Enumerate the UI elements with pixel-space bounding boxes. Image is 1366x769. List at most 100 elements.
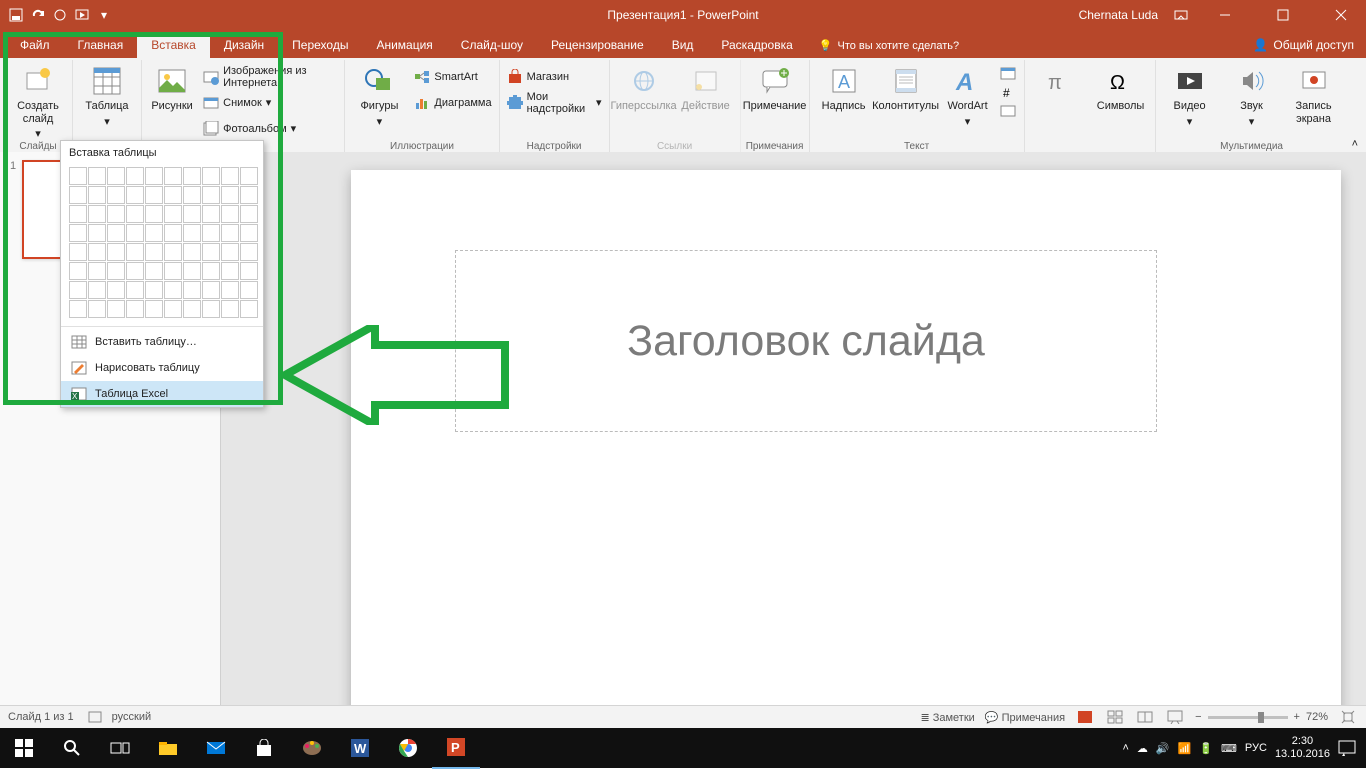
zoom-control[interactable]: − + 72% [1195,711,1328,723]
table-grid-cell[interactable] [145,186,163,204]
table-grid-cell[interactable] [69,186,87,204]
my-addins-button[interactable]: Мои надстройки▾ [504,91,605,114]
word-button[interactable]: W [336,728,384,768]
taskview-button[interactable] [96,728,144,768]
table-grid-cell[interactable] [202,224,220,242]
audio-button[interactable]: Звук▾ [1222,62,1282,131]
minimize-button[interactable] [1204,0,1246,30]
language-indicator[interactable]: русский [112,711,151,723]
table-grid-cell[interactable] [107,243,125,261]
table-grid-cell[interactable] [69,281,87,299]
tab-file[interactable]: Файл [6,32,64,58]
lang-indicator[interactable]: РУС [1245,742,1267,754]
table-grid-cell[interactable] [126,281,144,299]
slide[interactable]: Заголовок слайда [351,170,1341,726]
zoom-slider[interactable] [1208,716,1288,719]
notes-button[interactable]: ≣ Заметки [920,711,974,724]
table-grid-cell[interactable] [164,205,182,223]
action-center-icon[interactable] [1338,740,1356,756]
table-grid-cell[interactable] [69,224,87,242]
table-grid-cell[interactable] [183,243,201,261]
table-grid-cell[interactable] [221,205,239,223]
excel-table-item[interactable]: XТаблица Excel [61,381,263,407]
table-grid-cell[interactable] [240,300,258,318]
table-grid-cell[interactable] [107,167,125,185]
table-grid-cell[interactable] [126,243,144,261]
table-grid-cell[interactable] [88,224,106,242]
table-grid-cell[interactable] [107,224,125,242]
slideshow-from-beginning-icon[interactable] [74,7,90,23]
search-button[interactable] [48,728,96,768]
screen-record-button[interactable]: Запись экрана [1284,62,1344,128]
table-grid-cell[interactable] [202,167,220,185]
explorer-button[interactable] [144,728,192,768]
table-grid-cell[interactable] [202,300,220,318]
keyboard-icon[interactable]: ⌨ [1221,742,1237,755]
battery-icon[interactable]: 🔋 [1199,742,1213,755]
table-grid-cell[interactable] [126,186,144,204]
table-grid-cell[interactable] [107,186,125,204]
table-grid-cell[interactable] [202,243,220,261]
tab-slideshow[interactable]: Слайд-шоу [447,32,537,58]
table-grid-cell[interactable] [183,224,201,242]
tab-insert[interactable]: Вставка [137,32,210,58]
start-button[interactable] [0,728,48,768]
undo-icon[interactable] [30,7,46,23]
action-button[interactable]: Действие [676,62,736,116]
hyperlink-button[interactable]: Гиперссылка [614,62,674,116]
table-grid-cell[interactable] [202,281,220,299]
tray-chevron-icon[interactable]: ˄ [1122,742,1128,754]
zoom-out-icon[interactable]: − [1195,711,1201,723]
table-grid-cell[interactable] [126,205,144,223]
table-grid-cell[interactable] [69,300,87,318]
table-grid-cell[interactable] [69,243,87,261]
table-grid-cell[interactable] [145,243,163,261]
table-grid-cell[interactable] [126,300,144,318]
ribbon-options-icon[interactable] [1174,8,1188,22]
table-grid-cell[interactable] [202,262,220,280]
draw-table-item[interactable]: Нарисовать таблицу [61,355,263,381]
table-grid-cell[interactable] [88,205,106,223]
table-grid-cell[interactable] [164,186,182,204]
table-grid-cell[interactable] [145,224,163,242]
table-grid-cell[interactable] [69,262,87,280]
smartart-button[interactable]: SmartArt [411,65,494,88]
table-grid-cell[interactable] [69,167,87,185]
table-grid-cell[interactable] [240,186,258,204]
tab-view[interactable]: Вид [658,32,708,58]
tab-design[interactable]: Дизайн [210,32,278,58]
slide-canvas[interactable]: Заголовок слайда [221,152,1366,706]
table-grid-cell[interactable] [221,186,239,204]
table-grid-cell[interactable] [164,167,182,185]
insert-table-item[interactable]: Вставить таблицу… [61,329,263,355]
pictures-button[interactable]: Рисунки [146,62,198,116]
table-grid-cell[interactable] [164,243,182,261]
table-grid-cell[interactable] [107,262,125,280]
table-grid-cell[interactable] [145,262,163,280]
wordart-button[interactable]: A WordArt▾ [938,62,998,131]
zoom-value[interactable]: 72% [1306,711,1328,723]
table-grid-cell[interactable] [221,281,239,299]
table-grid-cell[interactable] [145,205,163,223]
table-grid-cell[interactable] [221,243,239,261]
table-grid-cell[interactable] [145,167,163,185]
symbols-button[interactable]: Ω Символы [1091,62,1151,116]
mail-button[interactable] [192,728,240,768]
table-grid-cell[interactable] [88,243,106,261]
table-grid-cell[interactable] [164,262,182,280]
tab-review[interactable]: Рецензирование [537,32,658,58]
chart-button[interactable]: Диаграмма [411,91,494,114]
close-button[interactable] [1320,0,1362,30]
table-grid-cell[interactable] [183,167,201,185]
equation-button[interactable]: π [1029,62,1089,100]
tab-storyboard[interactable]: Раскадровка [707,32,806,58]
table-grid-cell[interactable] [145,281,163,299]
table-grid-cell[interactable] [183,281,201,299]
table-button[interactable]: Таблица▾ [77,62,137,131]
table-grid-cell[interactable] [107,300,125,318]
table-grid-cell[interactable] [145,300,163,318]
table-grid-cell[interactable] [202,205,220,223]
table-grid-cell[interactable] [126,262,144,280]
table-grid-cell[interactable] [88,262,106,280]
share-button[interactable]: 👤Общий доступ [1241,32,1366,58]
